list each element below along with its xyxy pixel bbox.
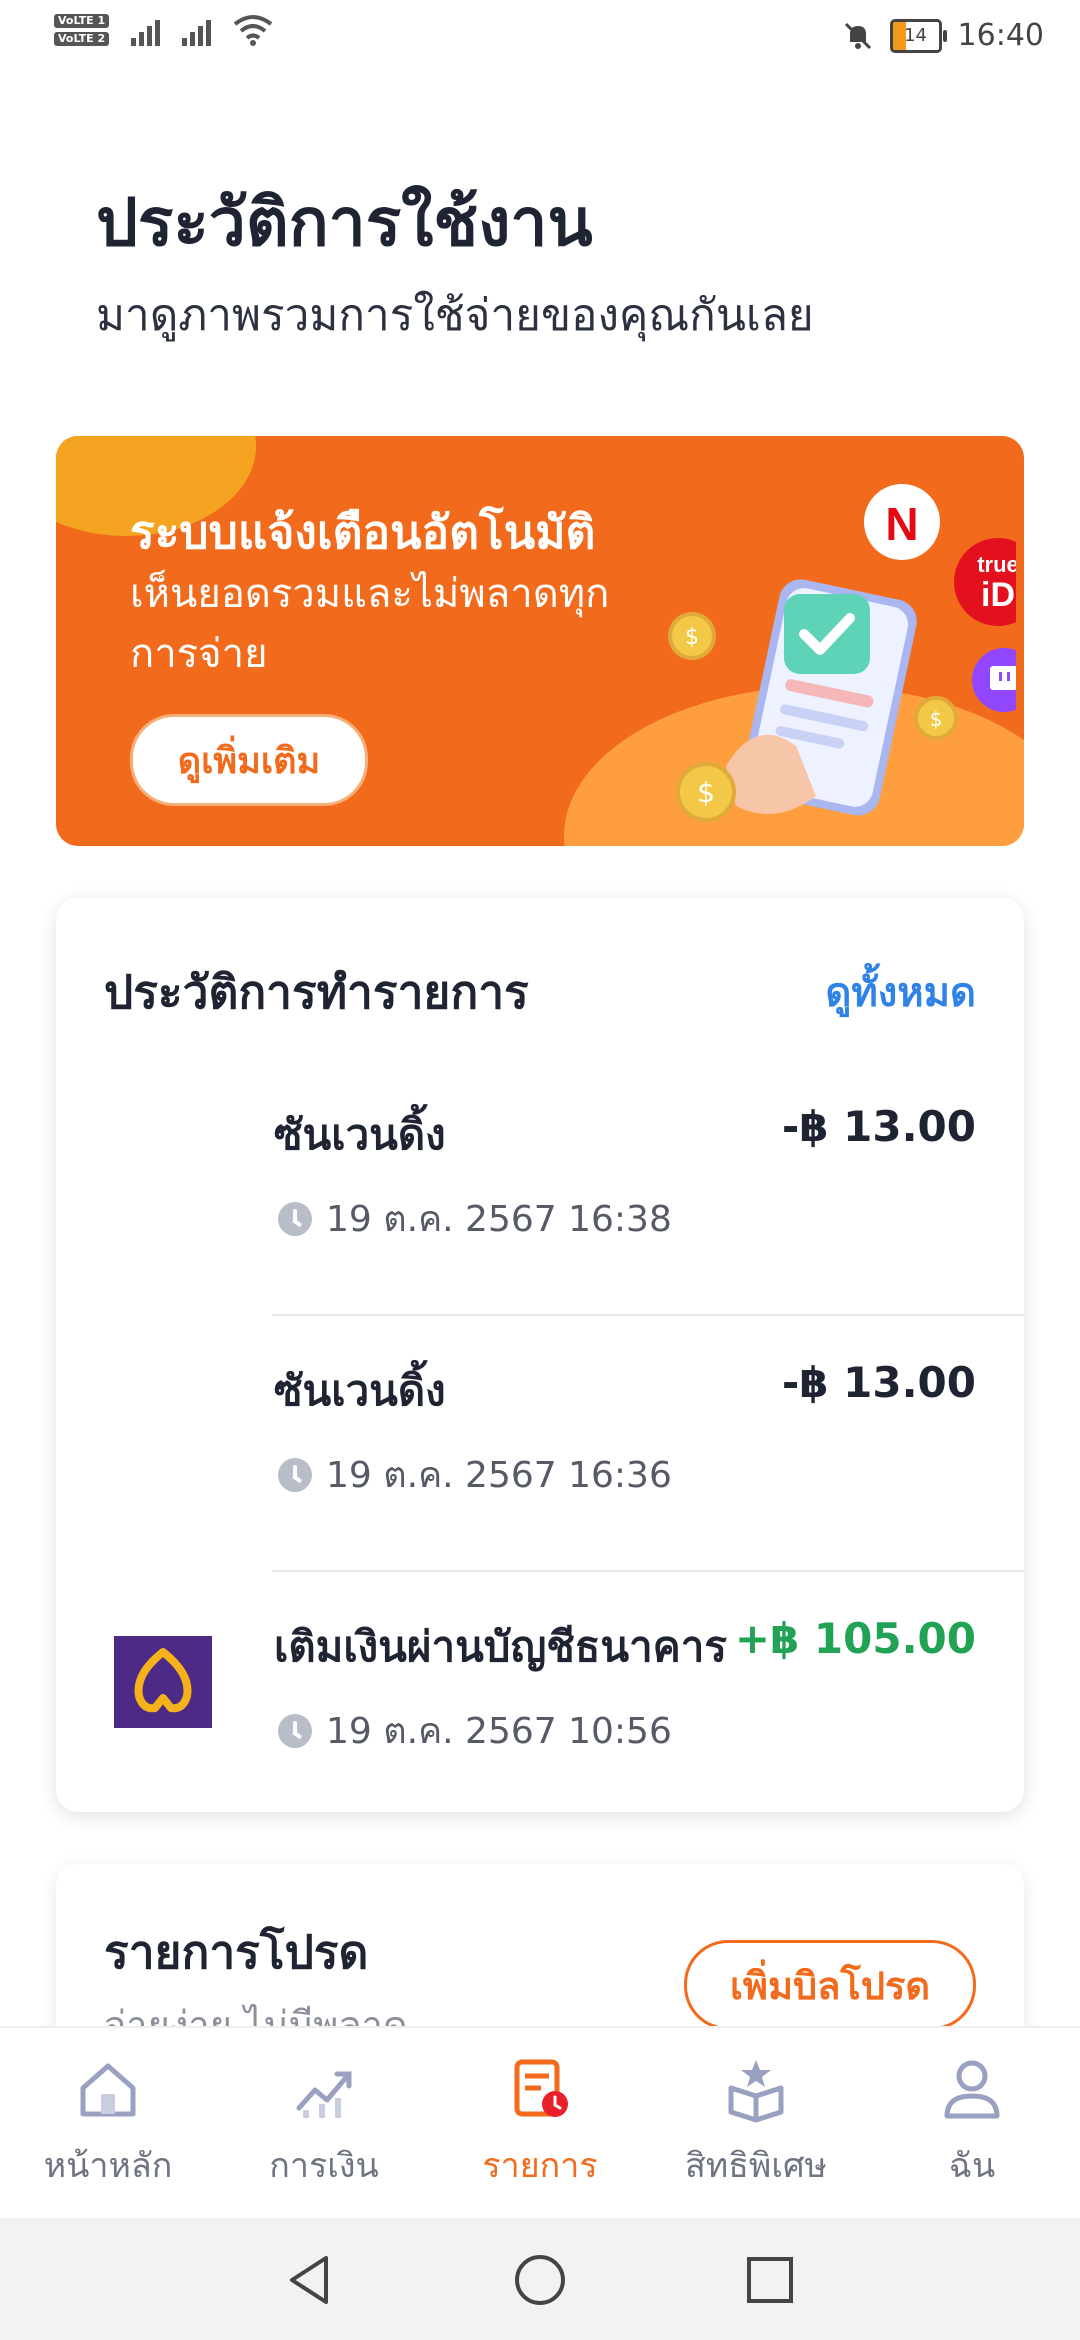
svg-text:$: $ — [685, 625, 699, 650]
banner-text: เห็นยอดรวมและไม่พลาดทุกการจ่าย — [130, 571, 610, 677]
back-icon[interactable] — [282, 2252, 338, 2308]
favorites-title: รายการโปรด — [104, 1925, 369, 1979]
add-favorite-bill-button[interactable]: เพิ่มบิลโปรด — [684, 1940, 976, 2030]
svg-text:true: true — [977, 552, 1016, 577]
transaction-history-card: ประวัติการทำรายการ ดูทั้งหมด ซันเวนดิ้ง … — [56, 898, 1024, 1812]
transaction-amount: -฿ 13.00 — [781, 1358, 976, 1407]
finance-chart-icon — [296, 2071, 352, 2118]
see-more-button[interactable]: ดูเพิ่มเติม — [130, 714, 368, 806]
phone-payment-illustration: N true iD $ $ $ — [668, 484, 1016, 822]
page-title: ประวัติการใช้งาน — [96, 184, 593, 261]
auto-notify-banner[interactable]: ระบบแจ้งเตือนอัตโนมัติ เห็นยอดรวมและไม่พ… — [56, 436, 1024, 846]
nav-item-home[interactable]: หน้าหลัก — [0, 2028, 216, 2220]
transaction-amount: -฿ 13.00 — [781, 1102, 976, 1151]
home-icon — [80, 2063, 136, 2117]
signal-icon — [182, 14, 212, 46]
transactions-icon — [514, 2059, 568, 2117]
transaction-title: ซันเวนดิ้ง — [274, 1366, 446, 1415]
home-circle-icon[interactable] — [512, 2252, 568, 2308]
transaction-time: 19 ต.ค. 2567 16:36 — [278, 1446, 672, 1503]
transaction-row[interactable]: ซันเวนดิ้ง -฿ 13.00 19 ต.ค. 2567 16:38 — [56, 1062, 1024, 1316]
check-icon — [784, 594, 870, 674]
system-nav-bar — [0, 2218, 1080, 2340]
transaction-time-text: 19 ต.ค. 2567 16:38 — [326, 1199, 672, 1240]
view-all-link[interactable]: ดูทั้งหมด — [825, 960, 976, 1024]
nav-item-privilege[interactable]: สิทธิพิเศษ — [648, 2028, 864, 2220]
bank-logo-icon — [114, 1636, 212, 1728]
profile-icon — [944, 2060, 1000, 2119]
clock-icon — [278, 1713, 312, 1748]
transaction-time: 19 ต.ค. 2567 16:38 — [278, 1190, 672, 1247]
privilege-box-icon — [728, 2060, 784, 2123]
nav-label: สิทธิพิเศษ — [685, 2146, 827, 2186]
svg-text:$: $ — [697, 776, 715, 809]
transaction-time-text: 19 ต.ค. 2567 16:36 — [326, 1455, 672, 1496]
volte-indicator: VoLTE 1 VoLTE 2 — [54, 14, 110, 46]
battery-icon: 14 — [889, 18, 947, 53]
transaction-time: 19 ต.ค. 2567 10:56 — [278, 1702, 672, 1759]
transaction-row[interactable]: เติมเงินผ่านบัญชีธนาคาร +฿ 105.00 19 ต.ค… — [56, 1574, 1024, 1828]
nav-label: ฉัน — [948, 2146, 996, 2186]
transaction-history-title: ประวัติการทำรายการ — [104, 965, 529, 1019]
bottom-nav: หน้าหลัก การเงิน รายการ สิทธิพิเศษ ฉัน — [0, 2026, 1080, 2220]
twitch-icon — [972, 648, 1016, 712]
transaction-title: เติมเงินผ่านบัญชีธนาคาร — [274, 1622, 727, 1671]
signal-icon — [131, 14, 161, 46]
divider — [272, 1570, 1024, 1572]
banner-title: ระบบแจ้งเตือนอัตโนมัติ — [130, 505, 596, 559]
transaction-amount: +฿ 105.00 — [734, 1614, 976, 1663]
netflix-icon: N — [864, 484, 940, 560]
svg-text:iD: iD — [981, 576, 1015, 614]
page-subtitle: มาดูภาพรวมการใช้จ่ายของคุณกันเลย — [96, 290, 814, 341]
sim2-label: VoLTE 2 — [54, 32, 110, 46]
wifi-icon — [233, 15, 273, 46]
nav-item-finance[interactable]: การเงิน — [216, 2028, 432, 2220]
svg-text:$: $ — [930, 707, 943, 731]
transaction-time-text: 19 ต.ค. 2567 10:56 — [326, 1711, 672, 1752]
trueid-icon: true iD — [954, 538, 1016, 626]
transaction-row[interactable]: ซันเวนดิ้ง -฿ 13.00 19 ต.ค. 2567 16:36 — [56, 1318, 1024, 1572]
nav-label: การเงิน — [269, 2146, 379, 2186]
divider — [272, 1314, 1024, 1316]
nav-item-transactions[interactable]: รายการ — [432, 2028, 648, 2220]
nav-item-profile[interactable]: ฉัน — [864, 2028, 1080, 2220]
clock-icon — [278, 1457, 312, 1492]
mute-bell-icon — [844, 22, 871, 49]
sim1-label: VoLTE 1 — [54, 14, 110, 28]
recents-square-icon[interactable] — [742, 2252, 798, 2308]
status-bar: VoLTE 1 VoLTE 2 14 16:40 — [0, 0, 1080, 76]
nav-label: รายการ — [482, 2146, 598, 2186]
svg-text:N: N — [885, 498, 918, 550]
transaction-title: ซันเวนดิ้ง — [274, 1110, 446, 1159]
nav-label: หน้าหลัก — [43, 2146, 173, 2186]
clock-icon — [278, 1201, 312, 1236]
clock-time: 16:40 — [957, 18, 1044, 53]
